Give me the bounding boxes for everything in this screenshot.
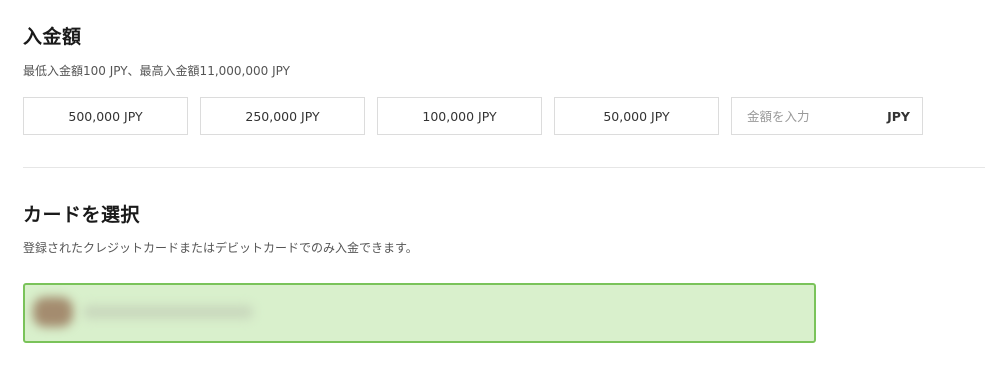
- amount-option-50000[interactable]: 50,000 JPY: [554, 97, 719, 135]
- selected-card-option[interactable]: [23, 283, 816, 343]
- card-description: 登録されたクレジットカードまたはデビットカードでのみ入金できます。: [23, 241, 418, 255]
- deposit-limits-text: 最低入金額100 JPY、最高入金額11,000,000 JPY: [23, 64, 290, 78]
- amount-option-500000[interactable]: 500,000 JPY: [23, 97, 188, 135]
- amount-option-100000[interactable]: 100,000 JPY: [377, 97, 542, 135]
- amount-option-250000[interactable]: 250,000 JPY: [200, 97, 365, 135]
- select-card-title: カードを選択: [23, 204, 141, 226]
- custom-amount-input[interactable]: [747, 108, 877, 124]
- custom-amount-field[interactable]: JPY: [731, 97, 923, 135]
- card-details-obscured: [83, 305, 253, 319]
- currency-suffix: JPY: [887, 108, 910, 124]
- section-divider: [23, 167, 985, 168]
- card-brand-logo-obscured: [33, 297, 73, 327]
- deposit-amount-title: 入金額: [23, 26, 82, 48]
